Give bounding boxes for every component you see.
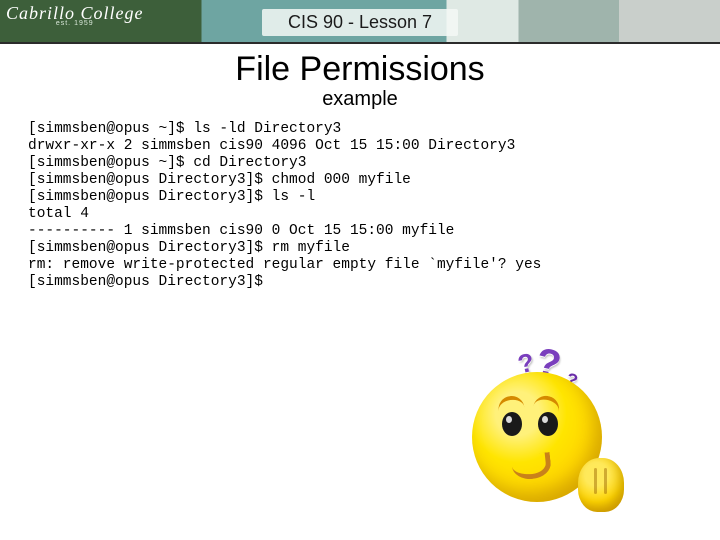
header-banner: Cabrillo College est. 1959 CIS 90 - Less… <box>0 0 720 44</box>
slide-headings: File Permissions example <box>0 50 720 111</box>
emoji-mouth <box>511 452 552 481</box>
terminal-line: drwxr-xr-x 2 simmsben cis90 4096 Oct 15 … <box>28 138 515 154</box>
terminal-line: [simmsben@opus Directory3]$ <box>28 274 263 290</box>
terminal-line: [simmsben@opus Directory3]$ chmod 000 my… <box>28 172 411 188</box>
terminal-line: ---------- 1 simmsben cis90 0 Oct 15 15:… <box>28 223 454 239</box>
terminal-line: [simmsben@opus ~]$ ls -ld Directory3 <box>28 121 341 137</box>
emoji-eye <box>538 412 558 436</box>
emoji-hand <box>578 458 624 512</box>
terminal-line: [simmsben@opus Directory3]$ rm myfile <box>28 240 350 256</box>
course-title: CIS 90 - Lesson 7 <box>262 9 458 36</box>
banner-title-wrap: CIS 90 - Lesson 7 <box>0 0 720 44</box>
terminal-line: total 4 <box>28 206 89 222</box>
terminal-line: [simmsben@opus Directory3]$ ls -l <box>28 189 315 205</box>
slide-title: File Permissions <box>0 50 720 88</box>
terminal-output: [simmsben@opus ~]$ ls -ld Directory3 drw… <box>28 121 692 291</box>
terminal-line: rm: remove write-protected regular empty… <box>28 257 541 273</box>
thinking-emoji: ? ? ? <box>460 350 620 510</box>
slide-subtitle: example <box>0 88 720 111</box>
emoji-eye <box>502 412 522 436</box>
terminal-line: [simmsben@opus ~]$ cd Directory3 <box>28 155 306 171</box>
